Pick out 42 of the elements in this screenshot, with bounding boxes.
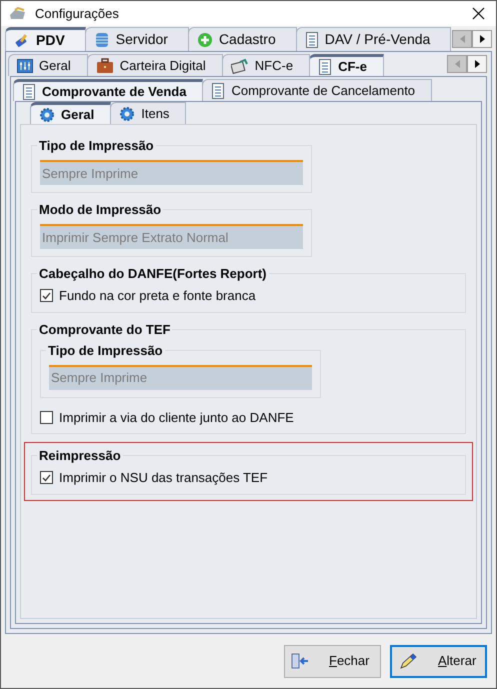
tab[interactable]: Comprovante de Venda <box>13 79 204 101</box>
close-button[interactable]: Fechar <box>284 644 381 678</box>
right-arrow-icon <box>480 34 484 42</box>
plus-icon <box>196 32 213 48</box>
checkbox-label: Imprimir o NSU das transações TEF <box>59 469 268 487</box>
exit-door-icon <box>291 653 309 669</box>
close-icon <box>472 7 484 20</box>
checkbox[interactable] <box>40 410 53 424</box>
tab[interactable]: Geral <box>8 54 88 76</box>
right-arrow-icon <box>474 60 480 68</box>
tab[interactable]: Servidor <box>84 27 189 51</box>
document-icon <box>304 32 319 48</box>
gear-icon <box>119 106 136 122</box>
tab[interactable]: CF-e <box>309 54 384 76</box>
check-icon <box>42 474 51 482</box>
left-arrow-icon <box>454 60 460 68</box>
checkbox-label: Imprimir a via do cliente junto ao DANFE <box>59 408 294 427</box>
tab[interactable]: Comprovante de Cancelamento <box>202 79 432 101</box>
edit-button[interactable]: Alterar <box>390 644 487 678</box>
database-icon <box>94 32 110 48</box>
tab[interactable]: DAV / Pré-Venda <box>296 27 452 51</box>
check-icon <box>42 292 51 300</box>
scroll-right-button[interactable] <box>467 55 487 73</box>
tab[interactable]: PDV <box>5 27 86 51</box>
scroll-right-button[interactable] <box>472 30 492 48</box>
checkbox[interactable] <box>40 471 53 484</box>
sliders-icon <box>17 58 33 72</box>
gear-icon <box>39 106 55 122</box>
tab[interactable]: Geral <box>30 102 112 124</box>
tab[interactable]: NFC-e <box>222 54 310 76</box>
checkbox[interactable] <box>40 289 53 302</box>
checkbox-label: Fundo na cor preta e fonte branca <box>59 287 256 305</box>
tab[interactable]: Cadastro <box>188 27 297 51</box>
window-title: Configurações <box>35 4 119 23</box>
pen-icon <box>398 652 418 670</box>
tab[interactable]: Itens <box>110 102 186 124</box>
tab[interactable]: Carteira Digital <box>86 54 223 76</box>
left-arrow-icon <box>460 34 464 42</box>
document-icon <box>318 58 332 74</box>
document-icon <box>22 84 36 100</box>
briefcase-icon <box>96 58 114 74</box>
document-icon <box>211 82 226 98</box>
